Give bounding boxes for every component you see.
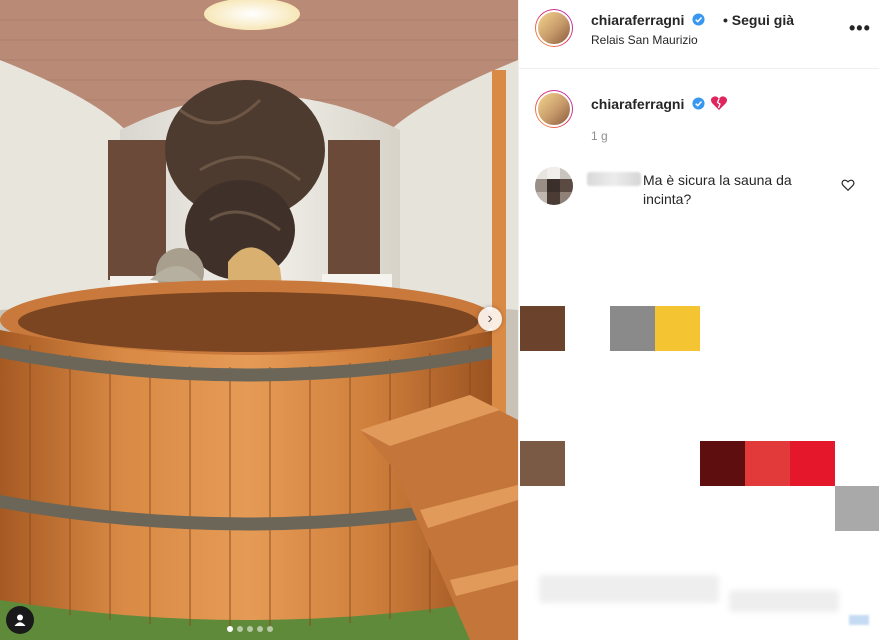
caption-author-avatar[interactable]: [535, 90, 573, 128]
author-avatar[interactable]: [535, 9, 573, 47]
more-options-icon[interactable]: •••: [849, 18, 871, 39]
post-side-panel: chiaraferragni • Segui già Relais San Ma…: [518, 0, 879, 640]
carousel-dot: [267, 626, 273, 632]
carousel-indicator: [227, 626, 273, 632]
author-username-text[interactable]: chiaraferragni: [591, 12, 684, 28]
like-comment-heart-icon[interactable]: [841, 178, 855, 192]
pixelated-block: [835, 486, 879, 531]
location-link[interactable]: Relais San Maurizio: [591, 33, 698, 47]
following-button[interactable]: • Segui già: [723, 12, 794, 28]
pixelated-block: [745, 441, 790, 486]
pixelated-block: [790, 441, 835, 486]
carousel-dot: [257, 626, 263, 632]
verified-badge-icon: [692, 97, 705, 110]
post-time: 1 g: [591, 129, 608, 143]
pixelated-block: [610, 306, 655, 351]
broken-heart-icon: [710, 96, 728, 110]
comment-text: Ma è sicura la sauna da incinta?: [643, 172, 792, 207]
caption-username-text[interactable]: chiaraferragni: [591, 96, 684, 112]
pixelated-block: [700, 441, 745, 486]
caption-username[interactable]: chiaraferragni: [591, 96, 705, 112]
chevron-right-icon: ›: [487, 310, 493, 327]
blurred-content: [849, 615, 869, 625]
next-slide-button[interactable]: ›: [478, 307, 502, 331]
commenter-avatar[interactable]: [535, 167, 573, 205]
carousel-dot: [227, 626, 233, 632]
carousel-dot: [247, 626, 253, 632]
pixelated-block: [520, 306, 565, 351]
post-header: chiaraferragni • Segui già Relais San Ma…: [519, 0, 879, 69]
author-username[interactable]: chiaraferragni: [591, 12, 705, 28]
user-tag-button[interactable]: [6, 606, 34, 634]
pixelated-block: [655, 306, 700, 351]
pixelated-block: [520, 441, 565, 486]
user-tag-icon: [14, 614, 26, 626]
commenter-username-redacted: [587, 172, 641, 186]
verified-badge-icon: [692, 13, 705, 26]
post-photo[interactable]: ›: [0, 0, 518, 640]
carousel-dot: [237, 626, 243, 632]
blurred-content: [539, 575, 719, 603]
hot-tub-photo: [0, 0, 518, 640]
blurred-content: [729, 590, 839, 612]
